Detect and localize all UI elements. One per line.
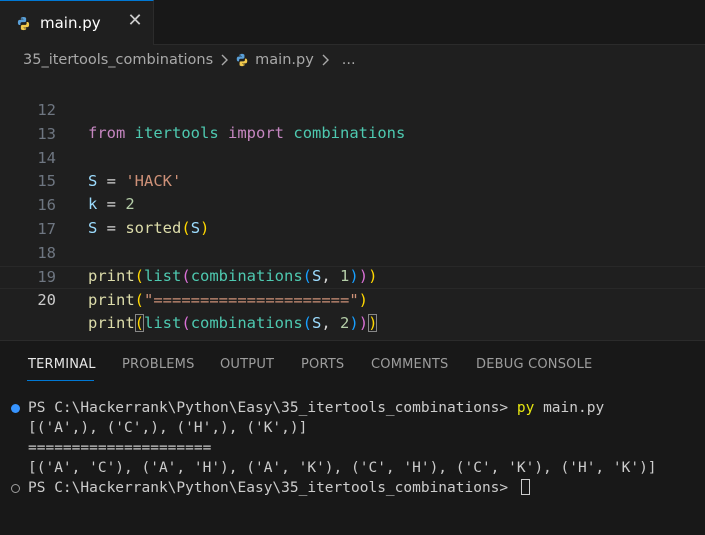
- code-line: 16 S = sorted(S): [0, 171, 705, 237]
- tab-terminal[interactable]: TERMINAL: [28, 357, 96, 372]
- tab-output[interactable]: OUTPUT: [220, 357, 274, 372]
- tab-ports[interactable]: PORTS: [301, 357, 344, 372]
- breadcrumb-folder[interactable]: 35_itertools_combinations: [23, 52, 213, 68]
- terminal-line: [('A', 'C'), ('A', 'H'), ('A', 'K'), ('C…: [28, 460, 657, 476]
- code-editor[interactable]: 12 from itertools import combinations 13…: [0, 74, 705, 340]
- code-line: 19 print("====================="): [0, 243, 705, 309]
- terminal-cursor: [520, 479, 530, 495]
- tab-comments[interactable]: COMMENTS: [371, 357, 448, 372]
- code-line-current: 20 print(list(combinations(S, 2))): [0, 266, 705, 332]
- line-number: 20: [37, 291, 56, 309]
- tab-main-py[interactable]: main.py ✕: [0, 0, 154, 45]
- vscode-window: main.py ✕ 35_itertools_combinations main…: [0, 0, 705, 535]
- python-icon: [236, 53, 248, 67]
- code-line: 18 print(list(combinations(S, 1))): [0, 219, 705, 285]
- command-idle-icon[interactable]: [11, 484, 20, 493]
- bottom-panel: TERMINAL PROBLEMS OUTPUT PORTS COMMENTS …: [0, 340, 705, 535]
- breadcrumb-file[interactable]: main.py: [255, 52, 314, 68]
- python-icon: [17, 16, 30, 30]
- chevron-right-icon: [220, 54, 229, 66]
- close-icon[interactable]: ✕: [126, 12, 144, 30]
- code-line: 14 S = 'HACK': [0, 124, 705, 190]
- breadcrumb: 35_itertools_combinations main.py ...: [0, 46, 705, 74]
- terminal-line: [('A',), ('C',), ('H',), ('K',)]: [28, 420, 308, 436]
- tab-debug-console[interactable]: DEBUG CONSOLE: [476, 357, 592, 372]
- code-text: print("====================="): [88, 291, 368, 309]
- panel-tab-bar: TERMINAL PROBLEMS OUTPUT PORTS COMMENTS …: [0, 341, 705, 387]
- code-text: print(list(combinations(S, 2))): [88, 314, 378, 332]
- chevron-right-icon: [321, 54, 330, 66]
- terminal-line: PS C:\Hackerrank\Python\Easy\35_itertool…: [28, 478, 530, 498]
- command-success-icon[interactable]: [11, 404, 20, 413]
- active-tab-indicator: [27, 380, 94, 381]
- tab-label: main.py: [40, 14, 101, 32]
- code-line: 12 from itertools import combinations: [0, 76, 705, 142]
- terminal-line: PS C:\Hackerrank\Python\Easy\35_itertool…: [28, 400, 605, 416]
- terminal-line: =====================: [28, 440, 212, 456]
- code-line: 13: [0, 100, 705, 143]
- breadcrumb-more[interactable]: ...: [342, 52, 356, 68]
- editor-tab-bar: main.py ✕: [0, 0, 705, 45]
- code-line: 17: [0, 195, 705, 238]
- tab-problems[interactable]: PROBLEMS: [122, 357, 195, 372]
- code-line: 15 k = 2: [0, 147, 705, 213]
